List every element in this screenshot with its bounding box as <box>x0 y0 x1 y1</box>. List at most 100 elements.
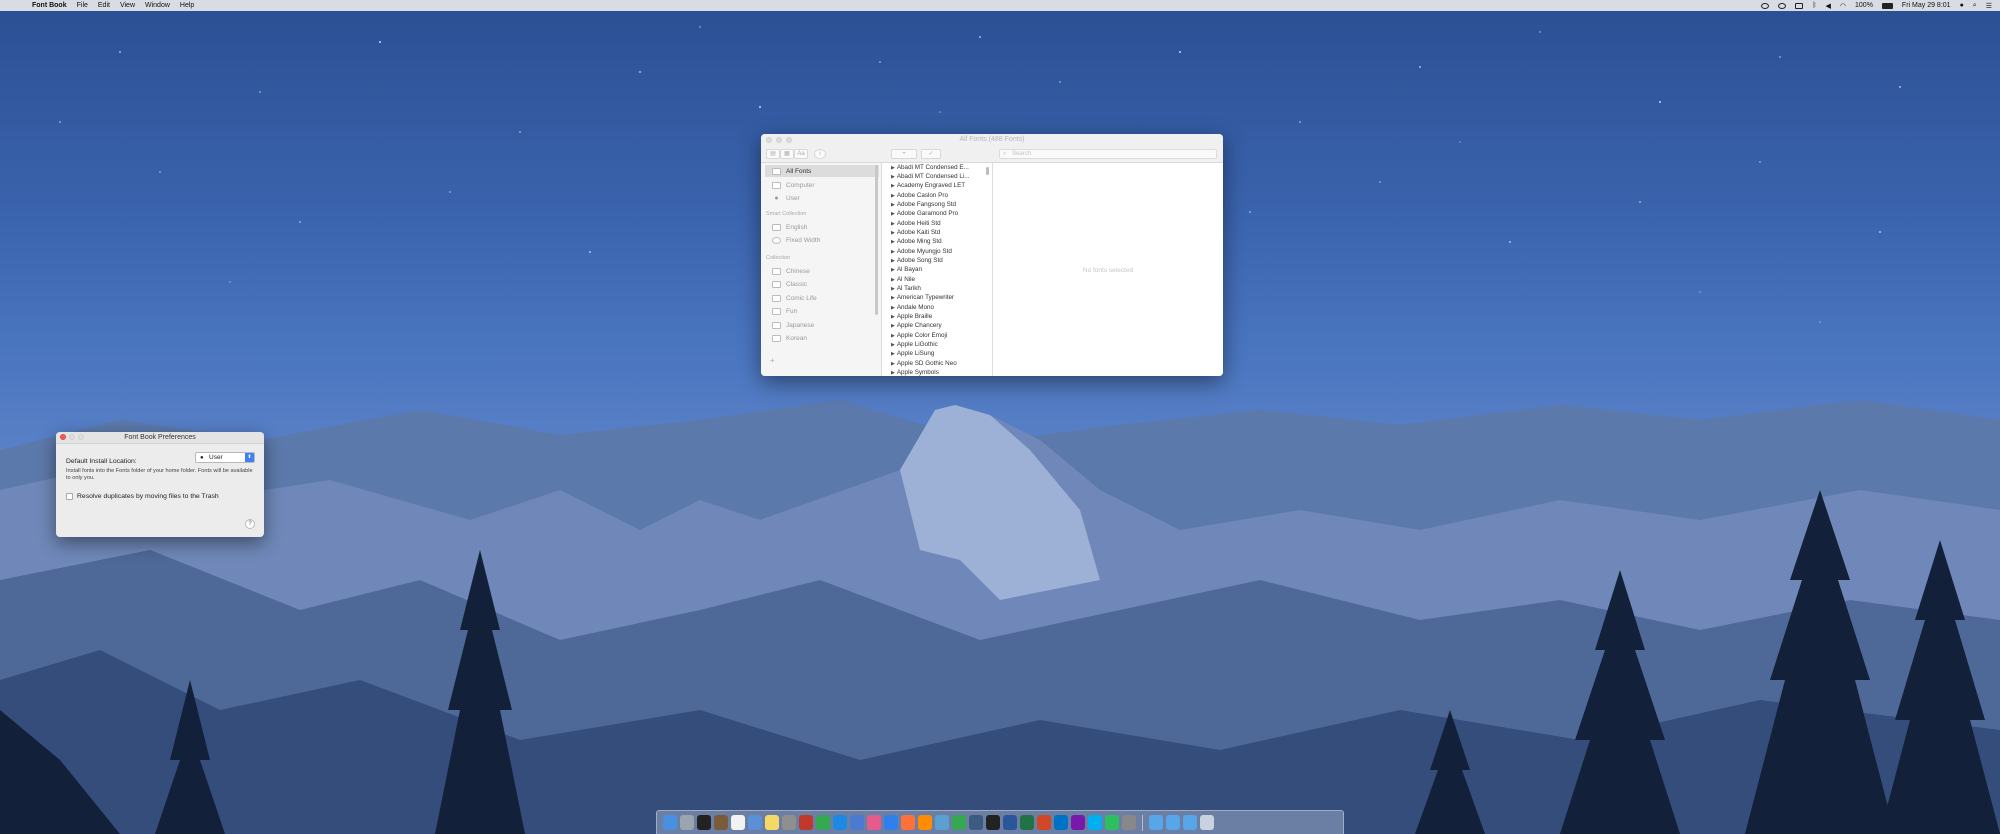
font-row[interactable]: ▶ Abadi MT Condensed Li... <box>891 172 970 181</box>
window-titlebar[interactable]: All Fonts (488 Fonts) <box>761 134 1223 146</box>
grapher-icon[interactable] <box>969 815 983 830</box>
sidebar-item-fun[interactable]: Fun <box>765 305 879 317</box>
battery-text[interactable]: 100% <box>1855 2 1873 9</box>
close-button[interactable] <box>766 137 772 143</box>
photo-icon[interactable] <box>799 815 813 830</box>
sidebar-item-user[interactable]: ● User <box>765 192 879 204</box>
font-row[interactable]: ▶ Al Bayan <box>891 265 922 274</box>
view-sample-button[interactable]: ▤ <box>766 149 780 159</box>
onenote-icon[interactable] <box>1071 815 1085 830</box>
disclosure-triangle-icon[interactable]: ▶ <box>891 361 895 367</box>
airplay-icon[interactable] <box>1795 2 1804 9</box>
install-location-select[interactable]: ● User ⬍ <box>195 452 255 463</box>
add-collection-button[interactable]: + <box>770 356 775 365</box>
volume-icon[interactable]: ◀ <box>1826 2 1831 10</box>
sidebar-item-comic-life[interactable]: Comic Life <box>765 292 879 304</box>
menu-app-font-book[interactable]: Font Book <box>32 2 67 9</box>
font-row[interactable]: ▶ Apple SD Gothic Neo <box>891 359 957 368</box>
font-row[interactable]: ▶ Apple Braille <box>891 312 932 321</box>
sidebar-item-japanese[interactable]: Japanese <box>765 319 879 331</box>
preview-icon[interactable] <box>748 815 762 830</box>
textedit-icon[interactable] <box>731 815 745 830</box>
view-repertoire-button[interactable]: ▦ <box>780 149 794 159</box>
font-row[interactable]: ▶ Adobe Song Std <box>891 256 943 265</box>
font-row[interactable]: ▶ Adobe Fangsong Std <box>891 200 956 209</box>
minimize-button[interactable] <box>69 434 75 440</box>
disclosure-triangle-icon[interactable]: ▶ <box>891 165 895 171</box>
close-button[interactable] <box>60 434 66 440</box>
sidebar-item-korean[interactable]: Korean <box>765 332 879 344</box>
powerpoint-icon[interactable] <box>1037 815 1051 830</box>
resolve-duplicates-checkbox[interactable]: Resolve duplicates by moving files to th… <box>66 493 219 500</box>
disclosure-triangle-icon[interactable]: ▶ <box>891 258 895 264</box>
clock[interactable]: Fri May 29 8:01 <box>1902 2 1951 9</box>
battery-icon[interactable] <box>1881 2 1893 9</box>
disclosure-triangle-icon[interactable]: ▶ <box>891 174 895 180</box>
fontbook-icon[interactable] <box>1122 815 1136 830</box>
disclosure-triangle-icon[interactable]: ▶ <box>891 239 895 245</box>
zoom-button[interactable] <box>786 137 792 143</box>
documents-folder-icon[interactable] <box>1166 815 1180 830</box>
sidebar-item-chinese[interactable]: Chinese <box>765 265 879 277</box>
font-row[interactable]: ▶ Adobe Garamond Pro <box>891 209 958 218</box>
font-list-scrollbar[interactable] <box>986 167 989 175</box>
disclosure-triangle-icon[interactable]: ▶ <box>891 370 895 376</box>
itunes-icon[interactable] <box>867 815 881 830</box>
launchpad-icon[interactable] <box>680 815 694 830</box>
font-row[interactable]: ▶ Apple Chancery <box>891 321 942 330</box>
font-row[interactable]: ▶ Apple Symbols <box>891 368 939 376</box>
font-row[interactable]: ▶ Adobe Myungjo Std <box>891 247 952 256</box>
disclosure-triangle-icon[interactable]: ▶ <box>891 295 895 301</box>
disclosure-triangle-icon[interactable]: ▶ <box>891 314 895 320</box>
font-row[interactable]: ▶ Andale Mono <box>891 303 934 312</box>
sidebar-scrollbar[interactable] <box>875 165 878 315</box>
bluetooth-icon[interactable]: ᛒ <box>1812 2 1816 9</box>
disclosure-triangle-icon[interactable]: ▶ <box>891 183 895 189</box>
appstore-icon[interactable] <box>884 815 898 830</box>
disclosure-triangle-icon[interactable]: ▶ <box>891 323 895 329</box>
sidebar-item-computer[interactable]: Computer <box>765 179 879 191</box>
applications-folder-icon[interactable] <box>1183 815 1197 830</box>
sidebar-item-all-fonts[interactable]: All Fonts <box>765 165 879 177</box>
disclosure-triangle-icon[interactable]: ▶ <box>891 202 895 208</box>
terminal-icon[interactable] <box>697 815 711 830</box>
creative-cloud-icon[interactable] <box>1761 2 1770 9</box>
firefox-icon[interactable] <box>901 815 915 830</box>
calculator-icon[interactable] <box>782 815 796 830</box>
finder-icon[interactable] <box>663 815 677 830</box>
disclosure-triangle-icon[interactable]: ▶ <box>891 277 895 283</box>
font-row[interactable]: ▶ Adobe Caslon Pro <box>891 191 948 200</box>
disclosure-triangle-icon[interactable]: ▶ <box>891 249 895 255</box>
add-font-button[interactable]: + <box>891 149 917 159</box>
activity-icon[interactable] <box>986 815 1000 830</box>
minimize-button[interactable] <box>776 137 782 143</box>
wifi-icon[interactable]: ◠ <box>1840 2 1846 10</box>
disclosure-triangle-icon[interactable]: ▶ <box>891 333 895 339</box>
disclosure-triangle-icon[interactable]: ▶ <box>891 230 895 236</box>
notes-icon[interactable] <box>765 815 779 830</box>
menu-edit[interactable]: Edit <box>98 2 110 9</box>
font-row[interactable]: ▶ Adobe Kaiti Std <box>891 228 940 237</box>
menu-window[interactable]: Window <box>145 2 170 9</box>
evernote-icon[interactable] <box>1105 815 1119 830</box>
notification-center-icon[interactable]: ☰ <box>1986 2 1992 10</box>
disclosure-triangle-icon[interactable]: ▶ <box>891 342 895 348</box>
chrome-icon[interactable] <box>816 815 830 830</box>
preferences-titlebar[interactable]: Font Book Preferences <box>56 432 264 444</box>
disclosure-triangle-icon[interactable]: ▶ <box>891 221 895 227</box>
skype-icon[interactable] <box>1088 815 1102 830</box>
chrome2-icon[interactable] <box>952 815 966 830</box>
font-row[interactable]: ▶ Apple Color Emoji <box>891 331 947 340</box>
mail-icon[interactable] <box>850 815 864 830</box>
disclosure-triangle-icon[interactable]: ▶ <box>891 211 895 217</box>
font-row[interactable]: ▶ Apple LiSung <box>891 349 934 358</box>
disclosure-triangle-icon[interactable]: ▶ <box>891 193 895 199</box>
font-row[interactable]: ▶ Apple LiGothic <box>891 340 938 349</box>
user-icon[interactable]: ● <box>1960 2 1964 9</box>
font-row[interactable]: ▶ Al Nile <box>891 275 915 284</box>
search-field[interactable]: ⌕ Search <box>999 149 1217 159</box>
zoom-button[interactable] <box>78 434 84 440</box>
vlc-icon[interactable] <box>918 815 932 830</box>
disclosure-triangle-icon[interactable]: ▶ <box>891 286 895 292</box>
disclosure-triangle-icon[interactable]: ▶ <box>891 305 895 311</box>
